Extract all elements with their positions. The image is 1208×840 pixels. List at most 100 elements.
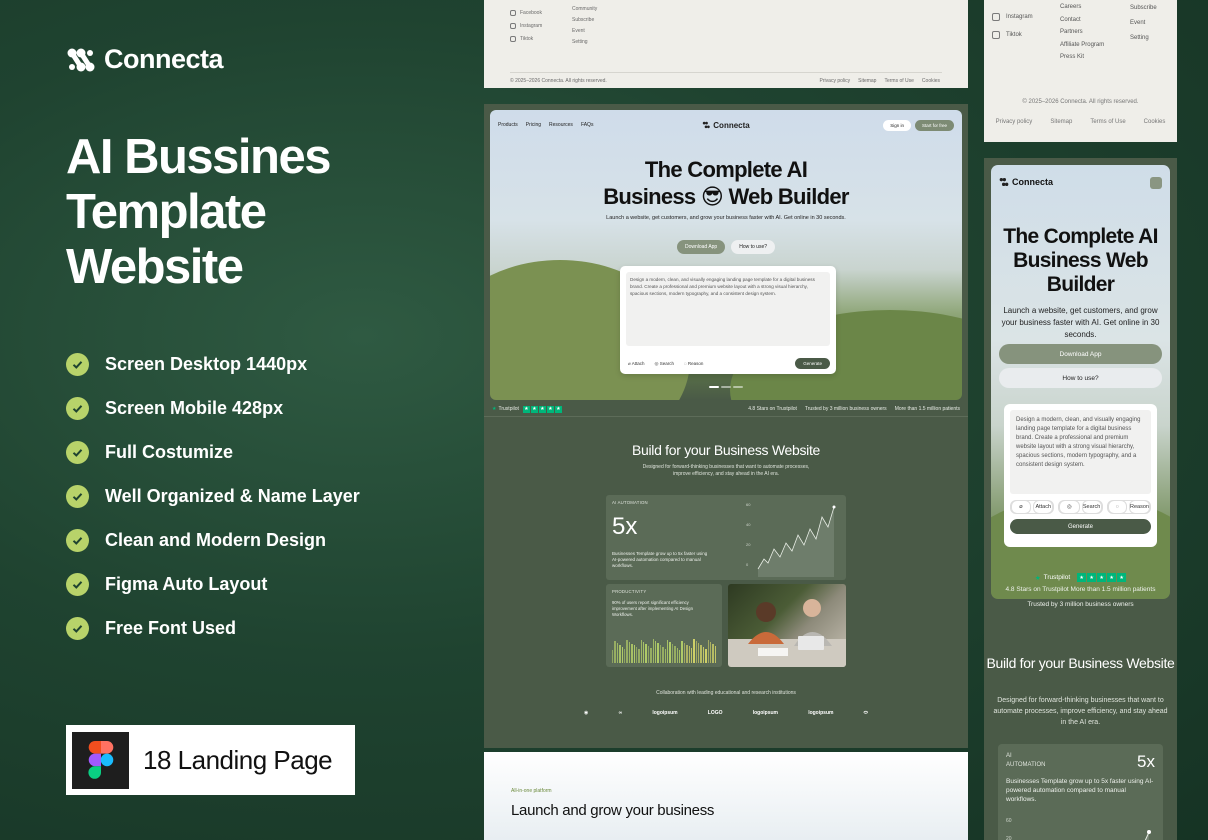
- footer-social-list: Instagram Tiktok: [992, 8, 1033, 44]
- legal-link[interactable]: Terms of Use: [884, 78, 913, 84]
- trust-rating: 4.8 Stars on Trustpilot: [748, 406, 797, 412]
- nav-links: Products Pricing Resources FAQs: [498, 122, 593, 128]
- productivity-bar: [702, 647, 705, 663]
- card-desc: Businesses Template grow up to 5x faster…: [612, 551, 708, 568]
- productivity-bar: [705, 649, 707, 663]
- start-free-button[interactable]: Start for free: [914, 119, 954, 131]
- trust-owners: Trusted by 3 million business owners: [804, 406, 887, 412]
- axis-label: 60: [1006, 818, 1012, 824]
- footer-legal-links: Privacy policy Sitemap Terms of Use Cook…: [820, 78, 940, 84]
- card-label: AI AUTOMATION: [1006, 753, 1046, 768]
- footer-copyright: © 2025–2026 Connecta. All rights reserve…: [1022, 99, 1139, 105]
- nav-faqs[interactable]: FAQs: [581, 122, 594, 128]
- trustpilot-star-icon: ★: [1034, 574, 1041, 582]
- carousel-dot[interactable]: [733, 386, 743, 388]
- bulb-icon: ◌: [683, 361, 687, 366]
- partner-logo: logoipsum: [808, 710, 834, 716]
- productivity-bar: [664, 648, 666, 663]
- carousel-dot[interactable]: [721, 386, 731, 388]
- footer-link-list-2: Subscribe Event Setting: [1130, 5, 1157, 50]
- productivity-bar: [681, 640, 683, 663]
- prompt-input[interactable]: Design a modern, clean, and visually eng…: [1010, 410, 1151, 494]
- reason-button[interactable]: ◌ Reason: [1106, 500, 1151, 514]
- footer-social-item[interactable]: Instagram: [510, 19, 542, 32]
- desktop-preview: Products Pricing Resources FAQs Connecta…: [484, 104, 968, 748]
- productivity-bar: [619, 644, 621, 663]
- footer-link[interactable]: Careers: [1060, 4, 1104, 17]
- legal-link[interactable]: Cookies: [922, 78, 940, 84]
- footer-social-item[interactable]: Facebook: [510, 6, 542, 19]
- productivity-bar: [652, 639, 655, 663]
- footer-social-item[interactable]: Tiktok: [992, 26, 1033, 44]
- section-title: Launch and grow your business: [511, 802, 715, 819]
- productivity-bar: [700, 645, 702, 663]
- trustpilot-stars: ★ ★ ★ ★ ★: [1077, 573, 1127, 582]
- nav-products[interactable]: Products: [498, 122, 518, 128]
- legal-link[interactable]: Privacy policy: [820, 78, 851, 84]
- footer-link[interactable]: Subscribe: [1130, 5, 1157, 20]
- facebook-icon: [510, 9, 516, 16]
- legal-link[interactable]: Sitemap: [858, 78, 876, 84]
- search-button[interactable]: ◎ Search: [1058, 500, 1103, 514]
- footer-link[interactable]: Setting: [572, 39, 597, 50]
- footer-link[interactable]: Contact: [1060, 17, 1104, 30]
- footer-social-item[interactable]: Tiktok: [510, 32, 542, 45]
- footer-link[interactable]: Event: [572, 28, 597, 39]
- footer-copyright: © 2025–2026 Connecta. All rights reserve…: [510, 78, 607, 84]
- generate-button[interactable]: Generate: [1010, 519, 1151, 534]
- carousel-dot[interactable]: [709, 386, 719, 388]
- productivity-bar: [640, 640, 643, 663]
- download-app-button[interactable]: Download App: [676, 240, 726, 254]
- section-subtitle: Designed for forward-thinking businesses…: [993, 697, 1168, 726]
- connecta-logo-icon: [999, 178, 1009, 186]
- attach-button[interactable]: ⌀ Attach: [1010, 500, 1055, 514]
- reason-button[interactable]: ◌ Reason: [684, 361, 703, 367]
- productivity-bar: [690, 648, 693, 663]
- productivity-bar: [686, 644, 688, 663]
- legal-link[interactable]: Privacy policy: [996, 119, 1033, 125]
- paperclip-icon: ⌀: [628, 361, 631, 366]
- legal-link[interactable]: Sitemap: [1050, 119, 1072, 125]
- how-to-use-button[interactable]: How to use?: [999, 368, 1162, 388]
- team-photo: [728, 584, 846, 667]
- footer-social-item[interactable]: Instagram: [992, 8, 1033, 26]
- badge-label: 18 Landing Page: [143, 744, 333, 775]
- nav-pricing[interactable]: Pricing: [526, 122, 541, 128]
- how-to-use-button[interactable]: How to use?: [731, 240, 776, 254]
- footer-divider: [510, 72, 942, 73]
- signin-button[interactable]: Sign in: [883, 119, 911, 131]
- productivity-bars: [612, 639, 717, 663]
- partner-logos: ◉ ∞ logoipsum LOGO logoipsum logoipsum ⬭: [584, 708, 868, 718]
- star-icon: ★: [1107, 573, 1117, 582]
- footer-link[interactable]: Setting: [1130, 35, 1157, 50]
- footer-link[interactable]: Subscribe: [572, 17, 597, 28]
- prompt-input[interactable]: Design a modern, clean, and visually eng…: [626, 272, 830, 346]
- section-subtitle: Designed for forward-thinking businesses…: [642, 464, 810, 477]
- attach-button[interactable]: ⌀ Attach: [628, 361, 645, 367]
- mobile-logo[interactable]: Connecta: [999, 177, 1053, 187]
- generate-button[interactable]: Generate: [795, 358, 830, 369]
- nav-resources[interactable]: Resources: [549, 122, 573, 128]
- star-icon: ★: [546, 405, 554, 413]
- feature-item: Free Font Used: [66, 606, 360, 650]
- footer-link[interactable]: Press Kit: [1060, 54, 1104, 67]
- trustpilot-star-icon: ★: [492, 406, 497, 412]
- feature-item: Well Organized & Name Layer: [66, 474, 360, 518]
- nav-logo[interactable]: Connecta: [702, 121, 750, 130]
- legal-link[interactable]: Cookies: [1144, 119, 1166, 125]
- footer-link[interactable]: Partners: [1060, 29, 1104, 42]
- download-app-button[interactable]: Download App: [999, 344, 1162, 364]
- hamburger-menu-icon[interactable]: [1150, 177, 1162, 189]
- productivity-bar: [678, 649, 681, 663]
- legal-link[interactable]: Terms of Use: [1090, 119, 1125, 125]
- partner-logo-icon: ⬭: [863, 710, 868, 716]
- footer-link[interactable]: Community: [572, 6, 597, 17]
- hero-title: The Complete AI Business Web Builder: [1003, 225, 1158, 296]
- search-button[interactable]: ◎ Search: [655, 361, 674, 367]
- footer-link[interactable]: Affiliate Program: [1060, 42, 1104, 55]
- footer-link[interactable]: Event: [1130, 20, 1157, 35]
- feature-item: Figma Auto Layout: [66, 562, 360, 606]
- productivity-bar: [674, 645, 676, 663]
- productivity-bar: [645, 644, 647, 663]
- feature-label: Screen Desktop 1440px: [105, 353, 308, 374]
